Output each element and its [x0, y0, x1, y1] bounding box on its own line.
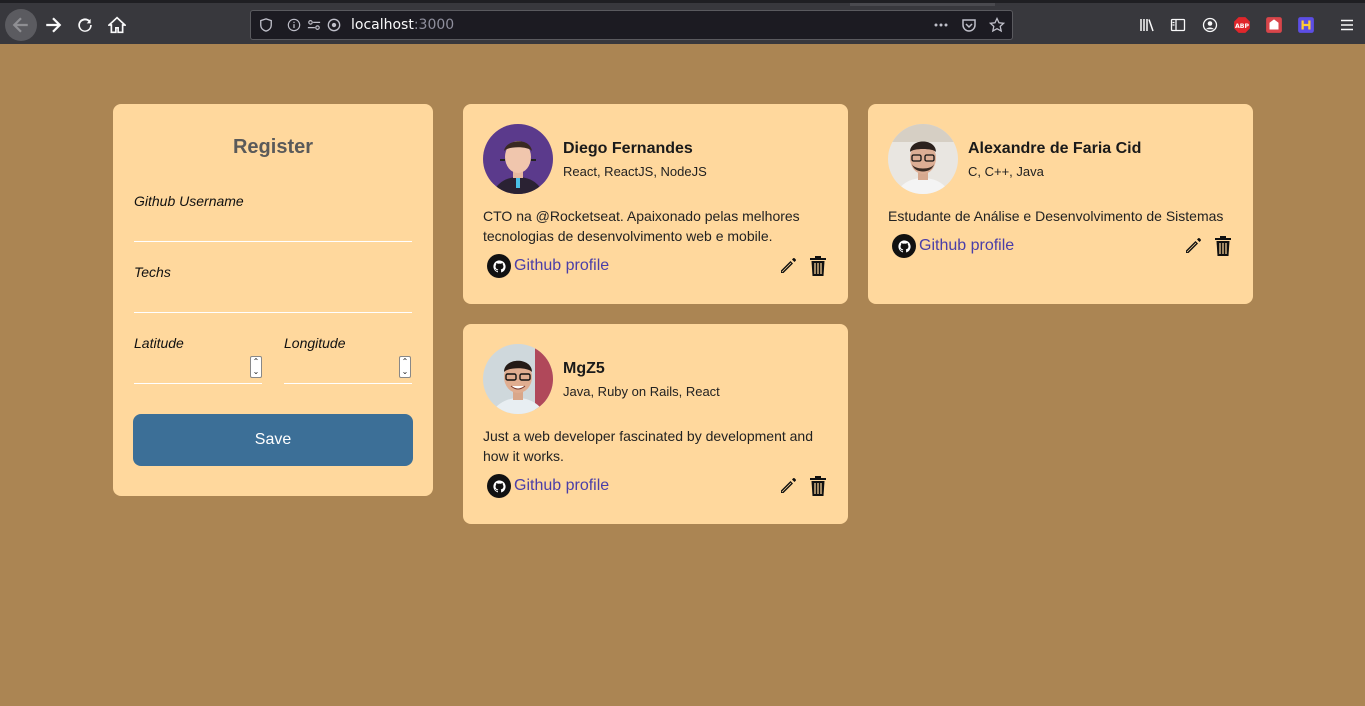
techs-underline: [134, 312, 412, 313]
dev-card: MgZ5 Java, Ruby on Rails, React Just a w…: [463, 324, 848, 524]
github-profile-link[interactable]: Github profile: [888, 234, 1014, 258]
browser-toolbar: localhost:3000 ABP: [0, 0, 1365, 44]
dev-info: Diego Fernandes React, ReactJS, NodeJS: [563, 140, 707, 179]
url-host: localhost: [351, 17, 414, 33]
dev-name: Diego Fernandes: [563, 139, 693, 157]
edit-pencil-icon[interactable]: [778, 255, 798, 277]
register-panel: Register Github Username Techs Latitude …: [113, 104, 433, 496]
dev-footer: Github profile: [483, 254, 828, 278]
dev-header: Diego Fernandes React, ReactJS, NodeJS: [483, 124, 828, 194]
dev-info: MgZ5 Java, Ruby on Rails, React: [563, 360, 720, 399]
github-profile-link[interactable]: Github profile: [483, 254, 609, 278]
github-profile-label[interactable]: Github profile: [514, 257, 609, 275]
home-button[interactable]: [103, 11, 131, 39]
github-username-underline: [134, 241, 412, 242]
bookmark-star-icon[interactable]: [989, 17, 1005, 33]
dev-header: Alexandre de Faria Cid C, C++, Java: [888, 124, 1233, 194]
avatar: [888, 124, 958, 194]
github-username-input[interactable]: [134, 216, 412, 240]
extension-icon[interactable]: [1264, 15, 1284, 35]
shield-icon[interactable]: [258, 17, 274, 33]
github-username-label: Github Username: [134, 193, 244, 209]
pocket-icon[interactable]: [961, 17, 977, 33]
site-icon: [326, 17, 342, 33]
github-icon[interactable]: [487, 254, 511, 278]
home-icon: [108, 16, 126, 34]
address-bar[interactable]: localhost:3000: [250, 10, 1013, 40]
dev-actions: [778, 475, 828, 497]
dev-actions: [778, 255, 828, 277]
github-icon[interactable]: [892, 234, 916, 258]
github-icon[interactable]: [487, 474, 511, 498]
dev-actions: [1183, 235, 1233, 257]
longitude-underline: [284, 383, 412, 384]
longitude-spinner[interactable]: ⌃ ⌄: [399, 356, 411, 378]
dev-info: Alexandre de Faria Cid C, C++, Java: [968, 140, 1141, 179]
github-profile-label[interactable]: Github profile: [919, 237, 1014, 255]
svg-text:ABP: ABP: [1235, 23, 1249, 30]
dev-techs: C, C++, Java: [968, 163, 1044, 179]
back-button[interactable]: [5, 9, 37, 41]
url-text[interactable]: localhost:3000: [351, 17, 454, 33]
delete-trash-icon[interactable]: [808, 255, 828, 277]
more-actions-icon[interactable]: [933, 17, 949, 33]
avatar: [483, 124, 553, 194]
dev-techs: React, ReactJS, NodeJS: [563, 163, 707, 179]
permissions-icon[interactable]: [306, 17, 322, 33]
dev-name: MgZ5: [563, 359, 605, 377]
dev-card: Diego Fernandes React, ReactJS, NodeJS C…: [463, 104, 848, 304]
dev-bio: CTO na @Rocketseat. Apaixonado pelas mel…: [483, 208, 800, 244]
longitude-input[interactable]: [284, 357, 394, 381]
dev-extension-icon[interactable]: [1296, 15, 1316, 35]
delete-trash-icon[interactable]: [1213, 235, 1233, 257]
forward-button[interactable]: [39, 11, 67, 39]
dev-header: MgZ5 Java, Ruby on Rails, React: [483, 344, 828, 414]
techs-input[interactable]: [134, 287, 412, 311]
active-tab-indicator: [850, 3, 995, 6]
edit-pencil-icon[interactable]: [778, 475, 798, 497]
spinner-down-icon[interactable]: ⌄: [402, 368, 409, 376]
edit-pencil-icon[interactable]: [1183, 235, 1203, 257]
save-button[interactable]: Save: [133, 414, 413, 466]
dev-techs: Java, Ruby on Rails, React: [563, 383, 720, 399]
spinner-down-icon[interactable]: ⌄: [253, 368, 260, 376]
latitude-spinner[interactable]: ⌃ ⌄: [250, 356, 262, 378]
dev-name: Alexandre de Faria Cid: [968, 139, 1142, 157]
spinner-up-icon[interactable]: ⌃: [402, 358, 409, 366]
arrow-left-icon: [12, 17, 28, 33]
reload-icon: [78, 18, 92, 32]
longitude-label: Longitude: [284, 335, 346, 351]
spinner-up-icon[interactable]: ⌃: [253, 358, 260, 366]
library-icon[interactable]: [1137, 15, 1157, 35]
dev-bio: Estudante de Análise e Desenvolvimento d…: [888, 208, 1224, 224]
latitude-underline: [134, 383, 262, 384]
register-title: Register: [232, 136, 314, 158]
dev-footer: Github profile: [483, 474, 828, 498]
dev-footer: Github profile: [888, 234, 1233, 258]
delete-trash-icon[interactable]: [808, 475, 828, 497]
menu-icon[interactable]: [1337, 15, 1357, 35]
sidebar-icon[interactable]: [1168, 15, 1188, 35]
avatar: [483, 344, 553, 414]
arrow-right-icon: [46, 17, 62, 33]
latitude-input[interactable]: [134, 357, 244, 381]
reload-button[interactable]: [71, 11, 99, 39]
account-icon[interactable]: [1200, 15, 1220, 35]
techs-label: Techs: [134, 264, 171, 280]
url-port: :3000: [413, 17, 455, 33]
github-profile-label[interactable]: Github profile: [514, 477, 609, 495]
dev-card: Alexandre de Faria Cid C, C++, Java Estu…: [868, 104, 1253, 304]
dev-bio: Just a web developer fascinated by devel…: [483, 428, 813, 464]
adblock-icon[interactable]: ABP: [1232, 15, 1252, 35]
latitude-label: Latitude: [134, 335, 184, 351]
github-profile-link[interactable]: Github profile: [483, 474, 609, 498]
info-icon[interactable]: [286, 17, 302, 33]
